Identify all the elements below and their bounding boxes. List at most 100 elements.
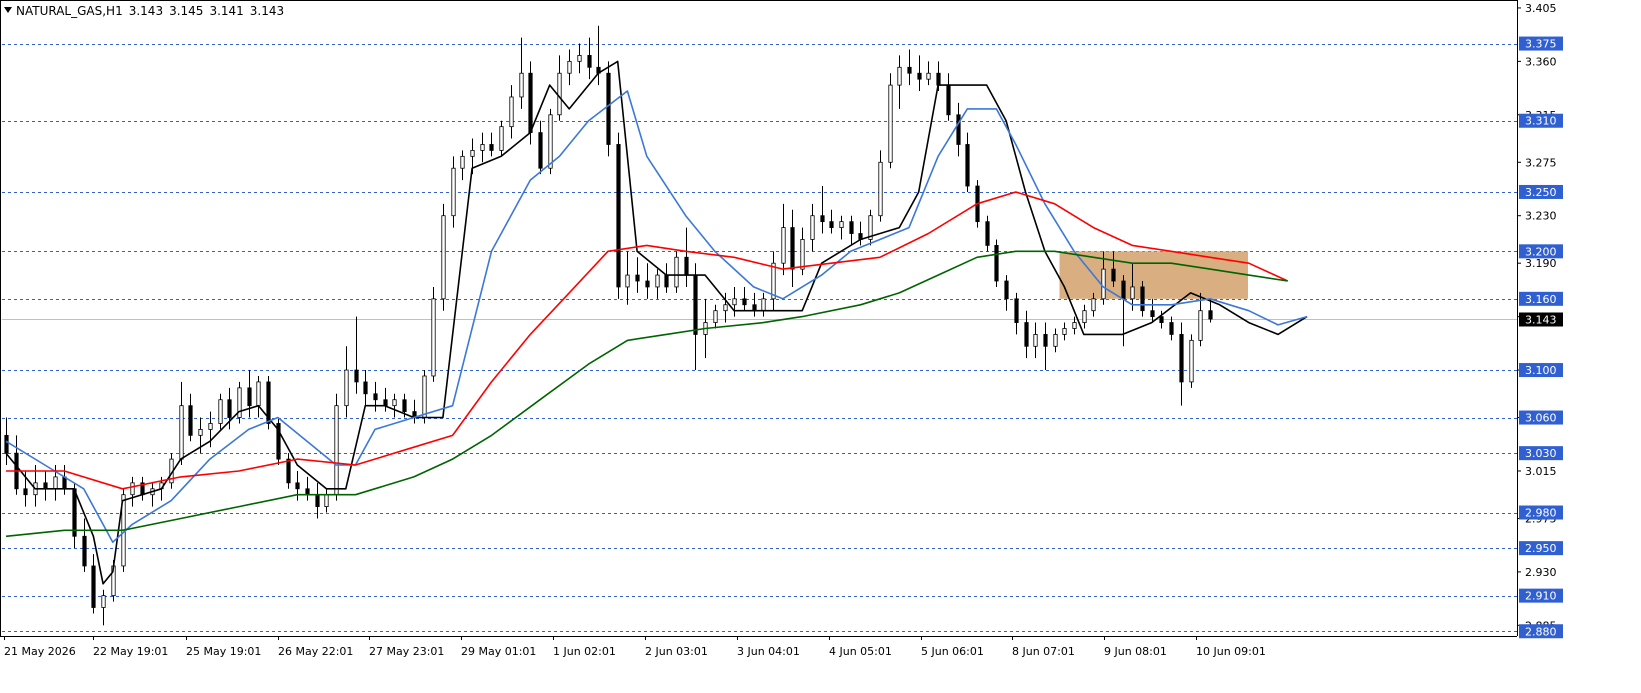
candle-body (1121, 280, 1126, 300)
candlesticks (4, 25, 1213, 626)
time-tick-label: 3 Jun 04:01 (737, 645, 800, 658)
candle-body (800, 239, 805, 270)
candle-body (392, 399, 397, 407)
moving-average-line-1 (5, 60, 1308, 585)
candle-body (1014, 298, 1019, 323)
candle-body (616, 144, 621, 288)
time-tick-label: 2 Jun 03:01 (645, 645, 708, 658)
candle-body (664, 274, 669, 288)
candle-body (499, 126, 504, 151)
candle-body (383, 399, 388, 407)
symbol-menu-icon[interactable] (4, 7, 12, 13)
time-tick-label: 25 May 19:01 (186, 645, 261, 658)
candle-body (567, 60, 572, 74)
candle-body (1024, 322, 1029, 347)
candle-body (907, 66, 912, 74)
candle-body (188, 405, 193, 436)
candle-body (295, 482, 300, 490)
horizontal-levels (2, 44, 1517, 632)
candle-body (23, 488, 28, 496)
level-badge-label: 3.250 (1525, 186, 1557, 199)
time-tick-label: 27 May 23:01 (369, 645, 444, 658)
candle-body (538, 132, 543, 169)
candle-body (606, 72, 611, 145)
price-chart[interactable]: 3.4053.3603.3153.2753.2303.1903.1453.100… (0, 0, 1641, 693)
level-badge-label: 2.880 (1525, 625, 1557, 638)
price-tick-label: 3.190 (1525, 257, 1557, 270)
candle-body (732, 298, 737, 306)
candle-body (528, 72, 533, 133)
level-badge-label: 2.910 (1525, 590, 1557, 603)
candle-body (519, 72, 524, 98)
candle-body (354, 369, 359, 383)
candle-body (587, 55, 592, 68)
price-tick-label: 2.930 (1525, 566, 1557, 579)
close-value: 3.143 (249, 4, 285, 18)
candle-body (878, 161, 883, 217)
candle-body (286, 458, 291, 484)
candle-body (781, 227, 786, 264)
candle-body (839, 221, 844, 228)
candle-body (985, 221, 990, 246)
level-badge-label: 3.160 (1525, 293, 1557, 306)
candle-body (1111, 268, 1116, 282)
candle-body (402, 399, 407, 413)
candle-body (888, 84, 893, 163)
candle-body (1198, 310, 1203, 341)
level-badge-label: 3.200 (1525, 245, 1557, 258)
level-badge-label: 3.375 (1525, 38, 1557, 51)
candle-body (470, 150, 475, 157)
candle-body (101, 595, 106, 608)
time-tick-label: 5 Jun 06:01 (921, 645, 984, 658)
candle-body (810, 215, 815, 240)
current-price-label: 3.143 (1525, 314, 1557, 327)
moving-average-line-3 (6, 191, 1289, 490)
candle-body (1072, 322, 1077, 329)
time-tick-label: 21 May 2026 (4, 645, 76, 658)
candle-body (256, 381, 261, 407)
candle-body (43, 482, 48, 490)
candle-body (1159, 316, 1164, 323)
candle-body (655, 274, 660, 288)
candle-body (334, 405, 339, 496)
candle-body (1179, 334, 1184, 383)
price-tick-label: 3.360 (1525, 55, 1557, 68)
candle-body (130, 482, 135, 496)
time-tick-label: 26 May 22:01 (278, 645, 353, 658)
candle-body (771, 262, 776, 300)
candle-body (1091, 298, 1096, 312)
candle-body (208, 423, 213, 430)
candle-body (363, 381, 368, 395)
candle-body (761, 298, 766, 312)
candle-body (1101, 268, 1106, 300)
candle-body (4, 434, 9, 454)
candle-body (946, 84, 951, 116)
candle-body (179, 405, 184, 460)
candle-body (72, 488, 77, 537)
candle-body (1043, 334, 1048, 347)
candle-body (324, 494, 329, 507)
price-tick-label: 3.275 (1525, 156, 1557, 169)
candle-body (373, 393, 378, 401)
moving-averages (5, 60, 1308, 585)
candle-body (557, 72, 562, 116)
candle-body (344, 369, 349, 407)
candle-body (956, 114, 961, 145)
level-badge-label: 3.310 (1525, 115, 1557, 128)
candle-body (1004, 280, 1009, 300)
level-badge-label: 2.950 (1525, 542, 1557, 555)
candle-body (198, 429, 203, 436)
time-tick-label: 4 Jun 05:01 (829, 645, 892, 658)
time-tick-label: 1 Jun 02:01 (553, 645, 616, 658)
candle-body (635, 274, 640, 282)
candle-body (509, 96, 514, 128)
symbol-label[interactable]: NATURAL_GAS,H1 (16, 4, 123, 18)
candle-body (820, 215, 825, 223)
candle-body (829, 221, 834, 228)
candle-body (645, 280, 650, 288)
candle-body (1140, 286, 1145, 312)
candle-body (936, 72, 941, 86)
candle-body (917, 72, 922, 80)
axis-labels: 3.4053.3603.3153.2753.2303.1903.1453.100… (4, 2, 1563, 658)
candle-body (1033, 334, 1038, 347)
